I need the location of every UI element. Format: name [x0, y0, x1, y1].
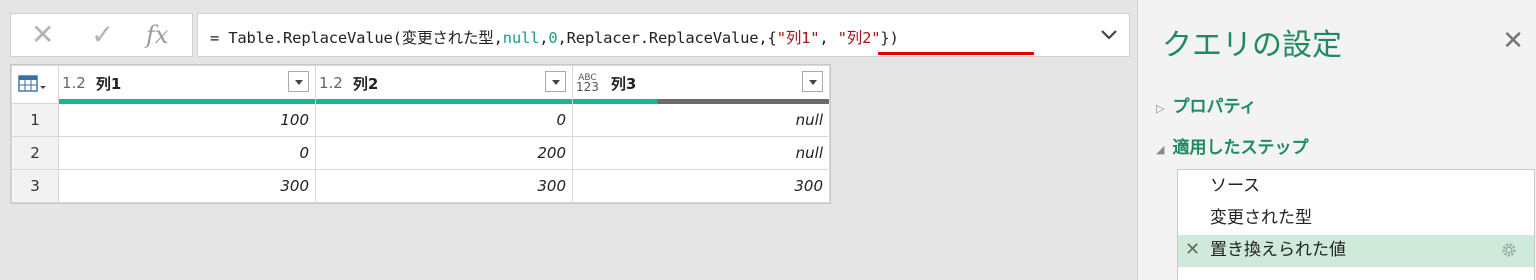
filter-dropdown-button[interactable] [802, 71, 823, 92]
step-label: 置き換えられた値 [1210, 240, 1346, 260]
query-settings-pane: クエリの設定 ✕ ▷ プロパティ ◢ 適用したステップ ソース 変更された型 ✕ 置… [1137, 0, 1536, 280]
table-menu-button[interactable] [11, 65, 59, 104]
chevron-right-icon: ▷ [1156, 102, 1165, 115]
row-number[interactable]: 1 [11, 103, 59, 137]
table-cell[interactable]: 300 [572, 169, 830, 203]
table-row: 3 300 300 300 [11, 169, 830, 203]
expr-string-col1: "列1" [776, 29, 820, 47]
section-label: プロパティ [1172, 97, 1257, 117]
table-row: 2 0 200 null [11, 136, 830, 170]
table-cell[interactable]: null [572, 103, 830, 137]
applied-steps-list: ソース 変更された型 ✕ 置き換えられた値 [1177, 169, 1535, 280]
section-label: 適用したステップ [1172, 138, 1309, 158]
filter-dropdown-button[interactable] [288, 71, 309, 92]
table-cell[interactable]: 0 [315, 103, 573, 137]
close-icon[interactable]: ✕ [1502, 28, 1524, 54]
formula-controls: ✕ ✓ fx [10, 13, 193, 57]
column-name: 列2 [352, 74, 379, 93]
table-cell[interactable]: 100 [58, 103, 316, 137]
chevron-down-icon[interactable] [1099, 24, 1119, 44]
fx-icon[interactable]: fx [146, 20, 168, 50]
delete-step-icon[interactable]: ✕ [1185, 235, 1200, 265]
table-cell[interactable]: 0 [58, 136, 316, 170]
column-header-3[interactable]: ABC 123 列3 [572, 65, 830, 104]
table-cell[interactable]: null [572, 136, 830, 170]
step-label: ソース [1210, 176, 1261, 196]
expr-replacer: ,Replacer.ReplaceValue,{ [557, 29, 777, 47]
highlight-underline [878, 52, 1034, 55]
expr-zero: 0 [548, 29, 558, 47]
table-icon [18, 75, 46, 92]
applied-steps-section[interactable]: ◢ 適用したステップ [1156, 133, 1308, 158]
gear-icon[interactable] [1500, 241, 1518, 259]
any-type-icon[interactable]: ABC 123 [576, 74, 599, 94]
quality-bar [59, 99, 315, 104]
expr-null: null [502, 29, 540, 47]
column-header-2[interactable]: 1.2 列2 [315, 65, 573, 104]
filter-dropdown-button[interactable] [545, 71, 566, 92]
data-grid: 1.2 列1 1.2 列2 ABC 123 列3 1 100 0 null 2 … [10, 64, 831, 204]
column-name: 列1 [95, 74, 122, 93]
expr-suffix: }) [880, 29, 899, 47]
decimal-type-icon[interactable]: 1.2 [319, 74, 343, 92]
pane-title: クエリの設定 [1162, 28, 1342, 63]
table-cell[interactable]: 300 [315, 169, 573, 203]
quality-bar [316, 99, 572, 104]
column-name: 列3 [610, 74, 637, 93]
close-icon[interactable]: ✕ [31, 20, 54, 50]
table-cell[interactable]: 200 [315, 136, 573, 170]
row-number[interactable]: 3 [11, 169, 59, 203]
expr-string-col2: "列2" [837, 29, 881, 47]
formula-bar: ✕ ✓ fx = Table.ReplaceValue(変更された型,null,… [10, 13, 1130, 57]
row-number[interactable]: 2 [11, 136, 59, 170]
quality-bar [573, 99, 829, 104]
properties-section[interactable]: ▷ プロパティ [1156, 92, 1256, 117]
formula-input[interactable]: = Table.ReplaceValue(変更された型,null,0,Repla… [197, 13, 1130, 57]
chevron-down-icon: ◢ [1156, 143, 1165, 156]
expr-comma: , [819, 29, 838, 47]
table-row: 1 100 0 null [11, 103, 830, 137]
decimal-type-icon[interactable]: 1.2 [62, 74, 86, 92]
expr-prefix: = Table.ReplaceValue(変更された型, [210, 29, 503, 47]
step-label: 変更された型 [1210, 208, 1312, 228]
list-item[interactable]: 変更された型 [1178, 203, 1534, 235]
check-icon[interactable]: ✓ [91, 20, 114, 50]
formula-text[interactable]: = Table.ReplaceValue(変更された型,null,0,Repla… [210, 26, 899, 48]
table-cell[interactable]: 300 [58, 169, 316, 203]
list-item[interactable]: ソース [1178, 171, 1534, 203]
column-header-1[interactable]: 1.2 列1 [58, 65, 316, 104]
list-item-selected[interactable]: ✕ 置き換えられた値 [1178, 235, 1534, 267]
expr-sep: , [539, 29, 549, 47]
editor-main-area: ✕ ✓ fx = Table.ReplaceValue(変更された型,null,… [0, 0, 1137, 280]
